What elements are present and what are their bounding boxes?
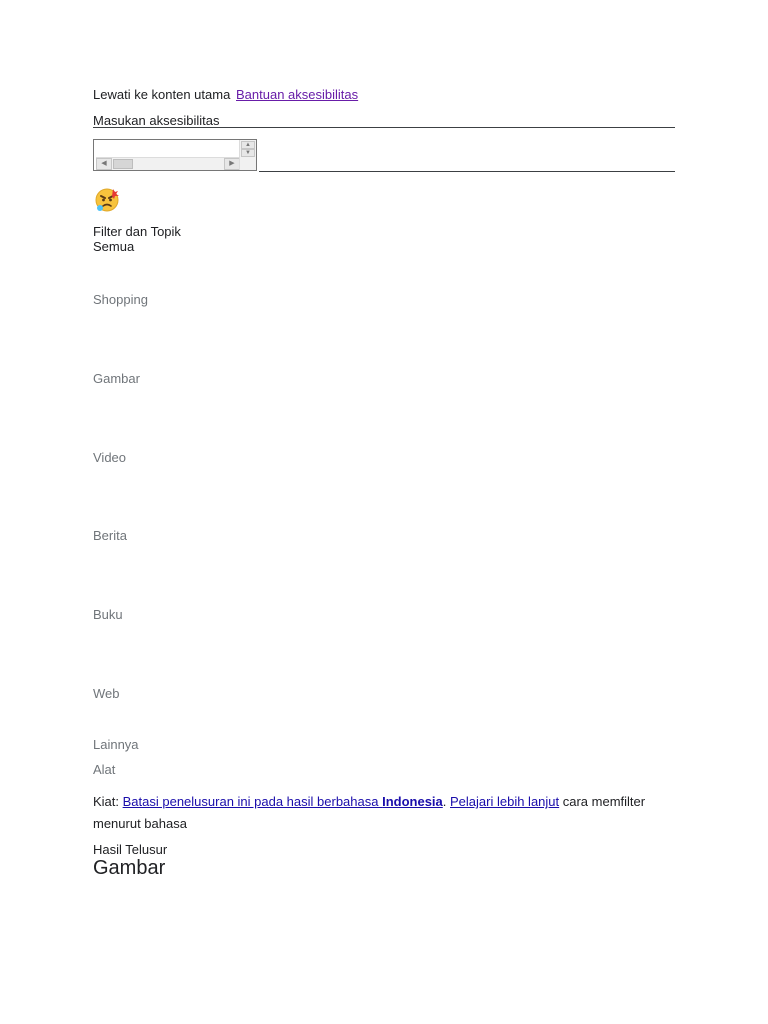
tip-separator: . xyxy=(442,794,451,809)
filter-topics-heading: Filter dan Topik xyxy=(93,224,181,239)
restrict-language-bold: Indonesia xyxy=(382,794,443,809)
learn-more-link[interactable]: Pelajari lebih lanjut xyxy=(450,794,559,809)
accessibility-feedback-label[interactable]: Masukan aksesibilitas xyxy=(93,113,219,128)
search-results-heading: Hasil Telusur xyxy=(93,842,168,857)
tab-books[interactable]: Buku xyxy=(93,607,123,622)
tab-tools[interactable]: Alat xyxy=(93,762,115,777)
tab-web[interactable]: Web xyxy=(93,686,120,701)
tab-shopping[interactable]: Shopping xyxy=(93,292,148,307)
filter-all-tab[interactable]: Semua xyxy=(93,239,134,254)
angry-face-emoji-icon[interactable] xyxy=(93,185,121,213)
tab-videos[interactable]: Video xyxy=(93,450,126,465)
scroll-down-arrow-icon[interactable]: ▼ xyxy=(241,149,255,157)
images-section-heading: Gambar xyxy=(93,857,166,879)
tab-more[interactable]: Lainnya xyxy=(93,737,139,752)
tab-news[interactable]: Berita xyxy=(93,528,127,543)
vertical-scrollbar[interactable]: ▲ ▼ xyxy=(239,140,256,170)
scrollbar-thumb[interactable] xyxy=(113,159,133,169)
search-box-frame[interactable]: ◀ ▶ ▲ ▼ xyxy=(93,139,257,171)
restrict-language-link-text: Batasi penelusuran ini pada hasil berbah… xyxy=(122,794,383,809)
divider-bottom xyxy=(259,171,675,172)
tab-images[interactable]: Gambar xyxy=(93,371,140,386)
tip-prefix: Kiat: xyxy=(93,794,123,809)
skip-to-main-link[interactable]: Lewati ke konten utama xyxy=(93,87,230,102)
scroll-left-arrow-icon[interactable]: ◀ xyxy=(96,158,112,170)
restrict-language-link[interactable]: Batasi penelusuran ini pada hasil berbah… xyxy=(123,794,443,809)
scroll-up-arrow-icon[interactable]: ▲ xyxy=(241,141,255,149)
divider-top xyxy=(93,127,675,128)
scroll-right-arrow-icon[interactable]: ▶ xyxy=(224,158,240,170)
accessibility-help-link[interactable]: Bantuan aksesibilitas xyxy=(236,87,358,102)
horizontal-scrollbar[interactable]: ◀ ▶ xyxy=(96,157,240,170)
language-tip: Kiat: Batasi penelusuran ini pada hasil … xyxy=(93,791,668,835)
